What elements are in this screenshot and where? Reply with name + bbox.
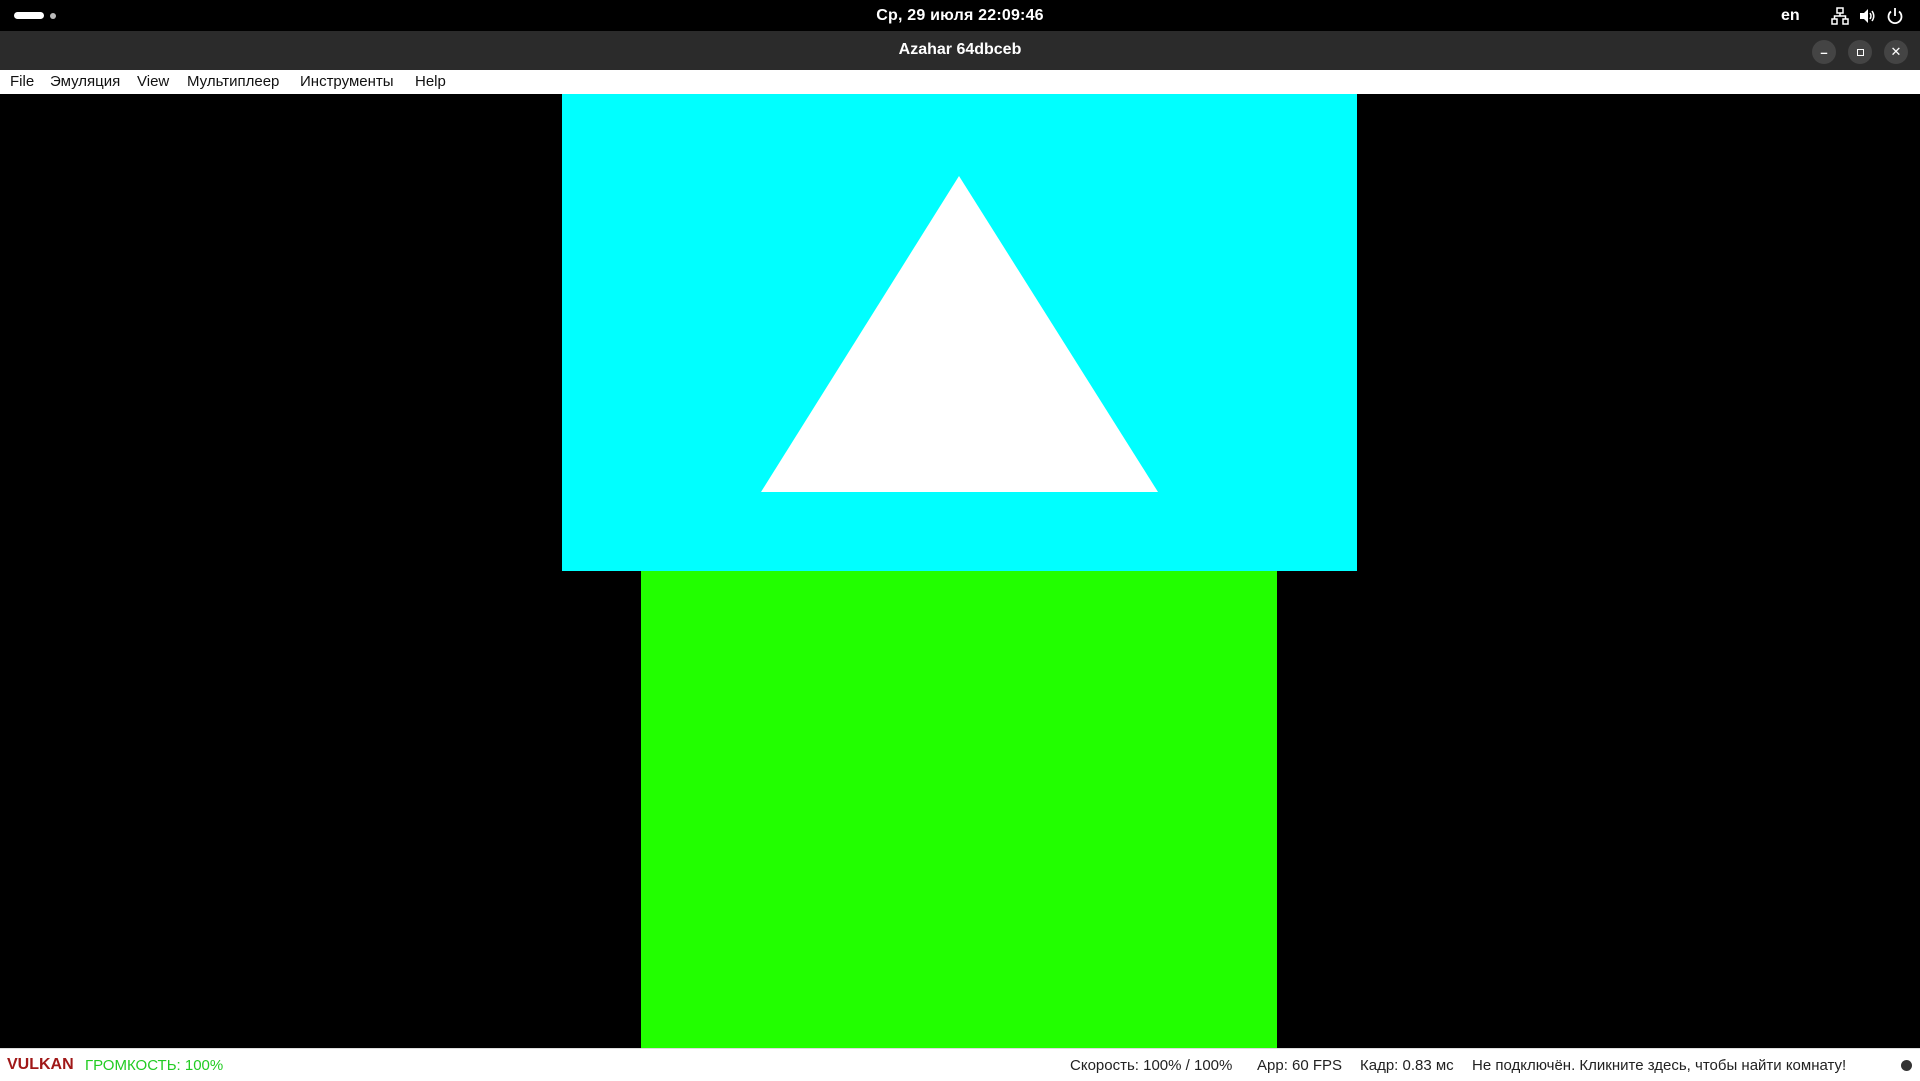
keyboard-layout[interactable]: en — [1781, 7, 1800, 25]
renderer-label[interactable]: VULKAN — [7, 1056, 74, 1074]
power-icon[interactable] — [1886, 7, 1904, 25]
menu-emulation[interactable]: Эмуляция — [50, 73, 120, 90]
fps-status: App: 60 FPS — [1257, 1057, 1343, 1074]
menu-bar: File Эмуляция View Мультиплеер Инструмен… — [0, 70, 1920, 95]
minimize-button[interactable]: – — [1812, 40, 1836, 64]
frame-time-status: Кадр: 0.83 мс — [1360, 1057, 1454, 1074]
menu-multiplayer[interactable]: Мультиплеер — [187, 73, 279, 90]
clock[interactable]: Ср, 29 июля 22:09:46 — [0, 7, 1920, 25]
menu-tools[interactable]: Инструменты — [300, 73, 394, 90]
system-top-bar: Ср, 29 июля 22:09:46 en — [0, 0, 1920, 31]
network-status-icon[interactable] — [1901, 1060, 1912, 1071]
minimize-icon: – — [1820, 44, 1828, 60]
emulator-viewport[interactable] — [0, 94, 1920, 1048]
triangle-render — [761, 176, 1158, 492]
white-triangle — [761, 176, 1158, 492]
close-icon: ✕ — [1890, 44, 1902, 59]
menu-file[interactable]: File — [10, 73, 34, 90]
menu-view[interactable]: View — [137, 73, 169, 90]
speed-status: Скорость: 100% / 100% — [1070, 1057, 1233, 1074]
window-title: Azahar 64dbceb — [898, 41, 1022, 58]
menu-help[interactable]: Help — [415, 73, 446, 90]
bottom-screen[interactable] — [641, 571, 1277, 1048]
window-titlebar[interactable]: Azahar 64dbceb – ✕ — [0, 31, 1920, 71]
status-bar: VULKAN ГРОМКОСТЬ: 100% Скорость: 100% / … — [0, 1048, 1920, 1081]
maximize-button[interactable] — [1848, 40, 1872, 64]
volume-icon[interactable] — [1858, 7, 1876, 25]
network-status[interactable]: Не подключён. Кликните здесь, чтобы найт… — [1472, 1057, 1846, 1074]
network-icon[interactable] — [1831, 7, 1849, 25]
close-button[interactable]: ✕ — [1884, 40, 1908, 64]
volume-label[interactable]: ГРОМКОСТЬ: 100% — [85, 1057, 223, 1074]
maximize-icon — [1856, 48, 1864, 56]
top-screen[interactable] — [562, 94, 1357, 571]
